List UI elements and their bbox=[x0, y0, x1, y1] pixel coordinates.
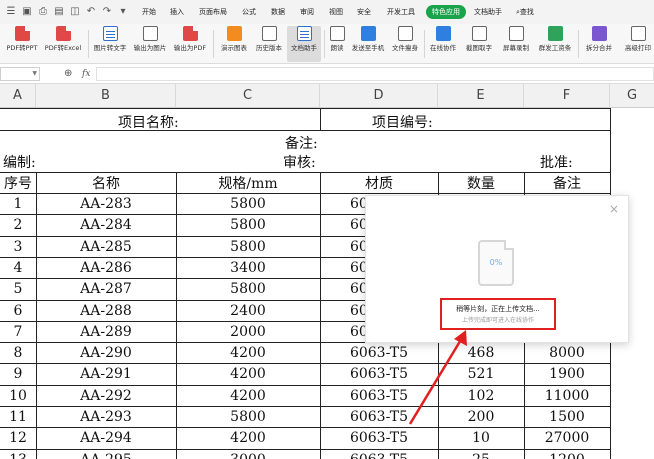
spreadsheet-app: ☰ ▣ ⎙ ▤ ◫ ↶ ↷ ▾ 开始 插入 页面布局 公式 数据 审阅 视图 安… bbox=[0, 0, 654, 459]
arrow-head bbox=[454, 330, 467, 346]
arrow-shaft bbox=[408, 337, 464, 425]
annotation-arrow bbox=[408, 330, 467, 425]
